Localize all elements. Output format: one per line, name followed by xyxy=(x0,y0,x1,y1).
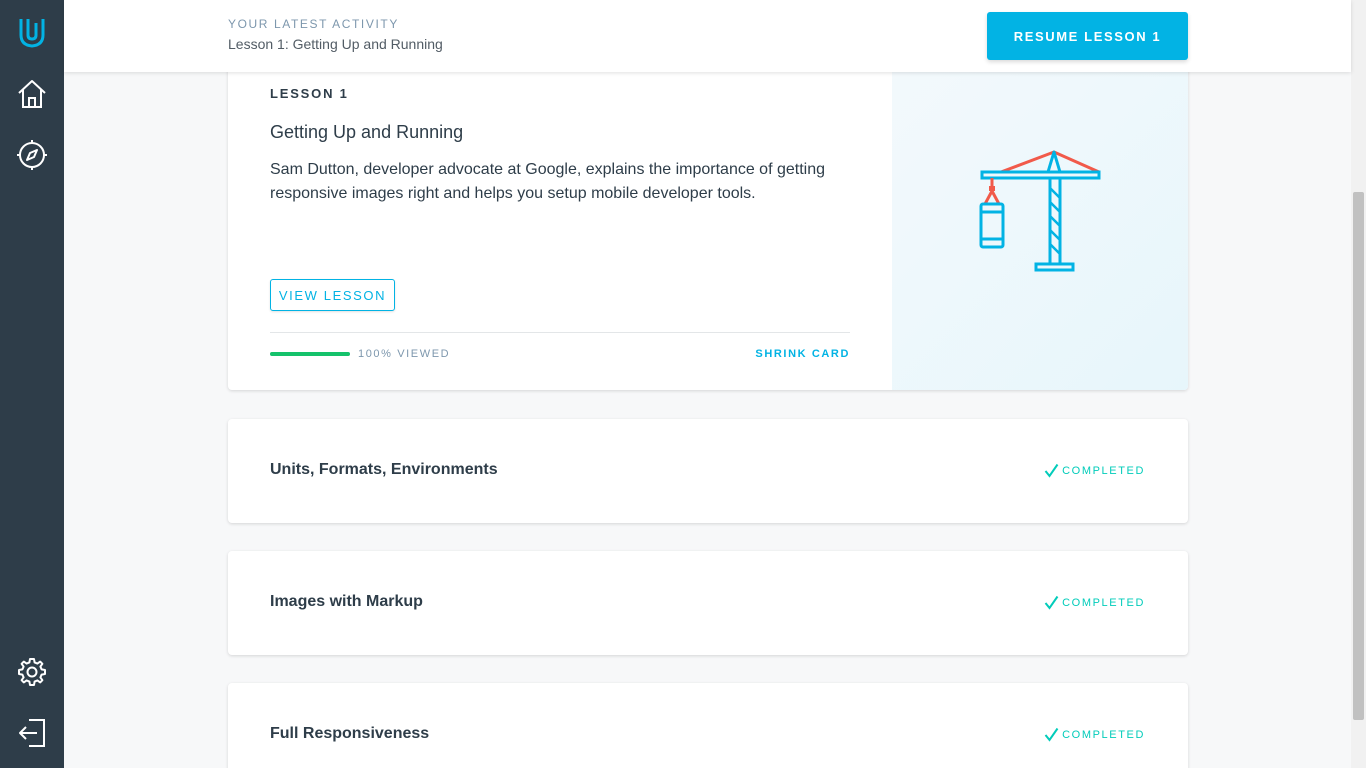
checkmark-icon xyxy=(1044,595,1059,610)
latest-activity-header: YOUR LATEST ACTIVITY Lesson 1: Getting U… xyxy=(64,0,1351,72)
status-label: COMPLETED xyxy=(1062,596,1145,609)
lesson-title: Units, Formats, Environments xyxy=(270,461,498,478)
lesson-title: Getting Up and Running xyxy=(270,122,464,142)
activity-label: YOUR LATEST ACTIVITY xyxy=(228,17,399,31)
checkmark-icon xyxy=(1044,463,1059,478)
progress-bar xyxy=(270,352,350,356)
view-lesson-button[interactable]: VIEW LESSON xyxy=(270,279,395,311)
crane-icon xyxy=(979,150,1101,272)
sidebar xyxy=(0,0,64,768)
lesson-card-4[interactable]: Full Responsiveness COMPLETED xyxy=(228,683,1188,768)
status-label: COMPLETED xyxy=(1062,464,1145,477)
status-label: COMPLETED xyxy=(1062,728,1145,741)
completed-status: COMPLETED xyxy=(1044,595,1145,610)
completed-status: COMPLETED xyxy=(1044,463,1145,478)
lesson-illustration-panel xyxy=(892,60,1188,390)
activity-lesson[interactable]: Lesson 1: Getting Up and Running xyxy=(228,36,443,52)
compass-icon[interactable] xyxy=(14,137,50,173)
lesson-card-3[interactable]: Images with Markup COMPLETED xyxy=(228,551,1188,655)
progress-fill xyxy=(270,352,350,356)
lesson-title: Images with Markup xyxy=(270,593,423,610)
completed-status: COMPLETED xyxy=(1044,727,1145,742)
gear-icon[interactable] xyxy=(14,654,50,690)
resume-lesson-button[interactable]: RESUME LESSON 1 xyxy=(987,12,1188,60)
divider xyxy=(270,332,850,333)
home-icon[interactable] xyxy=(14,76,50,112)
lesson-title: Full Responsiveness xyxy=(270,725,430,742)
scrollbar-thumb[interactable] xyxy=(1353,192,1364,720)
lesson-description: Sam Dutton, developer advocate at Google… xyxy=(270,161,826,202)
shrink-card-link[interactable]: SHRINK CARD xyxy=(755,348,850,360)
current-lesson-card: LESSON 1 Getting Up and Running Sam Dutt… xyxy=(228,60,1188,390)
udacity-logo-icon[interactable] xyxy=(14,14,50,50)
lesson-number: LESSON 1 xyxy=(270,86,349,101)
logout-icon[interactable] xyxy=(14,715,50,751)
viewed-percentage: 100% VIEWED xyxy=(358,348,451,360)
lesson-card-2[interactable]: Units, Formats, Environments COMPLETED xyxy=(228,419,1188,523)
checkmark-icon xyxy=(1044,727,1059,742)
